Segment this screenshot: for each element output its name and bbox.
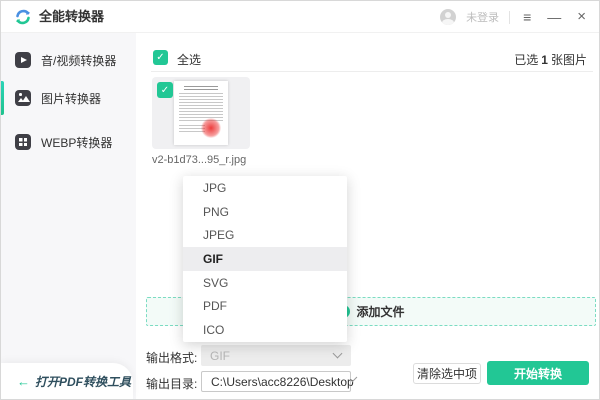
dropdown-option-svg[interactable]: SVG [183, 271, 347, 295]
output-dir-select[interactable]: C:\Users\acc8226\Desktop [201, 371, 358, 392]
app-logo-icon [13, 7, 33, 27]
file-name: v2-b1d73...95_r.jpg [152, 154, 247, 166]
app-window: 全能转换器 未登录 ≡ — × 音/视频转换器 图片转换器 WEBP转换器 ← … [0, 0, 600, 400]
header-divider [151, 71, 593, 72]
output-dir-label: 输出目录: [146, 377, 198, 391]
select-all-label: 全选 [177, 53, 202, 67]
avatar-head [445, 12, 452, 18]
open-pdf-tool-label: 打开PDF转换工具 [35, 374, 132, 389]
titlebar-divider [509, 10, 511, 24]
titlebar: 全能转换器 未登录 ≡ — × [1, 1, 599, 33]
menu-icon[interactable]: ≡ [520, 1, 534, 33]
active-accent-bar [1, 81, 4, 115]
doc-body-lines [179, 93, 223, 123]
document-preview [174, 81, 228, 145]
dropdown-option-jpeg[interactable]: JPEG [183, 223, 347, 247]
dropdown-option-ico[interactable]: ICO [183, 318, 347, 342]
dropdown-option-jpg[interactable]: JPG [183, 176, 347, 200]
webp-converter-icon [15, 134, 31, 150]
output-dir-value: C:\Users\acc8226\Desktop [211, 374, 354, 389]
login-status[interactable]: 未登录 [466, 9, 499, 25]
minimize-icon[interactable]: — [544, 1, 564, 33]
app-title: 全能转换器 [39, 9, 105, 24]
doc-title-lines [184, 86, 218, 91]
back-arrow-icon: ← [17, 373, 30, 389]
dropdown-option-pdf[interactable]: PDF [183, 295, 347, 319]
check-icon: ✓ [160, 84, 170, 96]
open-pdf-tool-button[interactable]: ← 打开PDF转换工具 [1, 363, 133, 399]
sidebar-item-audio-video-converter[interactable]: 音/视频转换器 [1, 41, 136, 79]
sidebar-item-image-converter[interactable]: 图片转换器 [1, 79, 136, 117]
selected-count: 已选 1 张图片 [514, 53, 587, 67]
clear-selected-button[interactable]: 清除选中项 [413, 363, 481, 384]
titlebar-controls: 未登录 ≡ — × [440, 1, 589, 33]
image-converter-icon [15, 90, 31, 106]
sidebar-item-label: 音/视频转换器 [41, 53, 117, 68]
video-converter-icon [15, 52, 31, 68]
check-icon: ✓ [156, 52, 165, 63]
sidebar-item-webp-converter[interactable]: WEBP转换器 [1, 123, 136, 161]
start-convert-button[interactable]: 开始转换 [487, 361, 589, 385]
format-dropdown-menu: JPG PNG JPEG GIF SVG PDF ICO [183, 176, 347, 342]
avatar-body [442, 19, 455, 25]
dropdown-option-gif[interactable]: GIF [183, 247, 347, 271]
user-avatar[interactable] [440, 9, 457, 25]
chevron-down-icon [332, 348, 343, 359]
select-all-checkbox[interactable]: ✓ [153, 50, 168, 65]
selected-count-number: 1 [541, 53, 548, 67]
thumbnail-checkbox[interactable]: ✓ [157, 82, 173, 98]
red-stamp [201, 118, 221, 138]
sidebar-item-label: WEBP转换器 [41, 135, 113, 150]
sidebar: 音/视频转换器 图片转换器 WEBP转换器 [1, 33, 136, 399]
dropdown-option-png[interactable]: PNG [183, 200, 347, 224]
output-format-value: GIF [210, 348, 230, 363]
output-format-label: 输出格式: [146, 351, 198, 365]
add-file-label: 添加文件 [356, 305, 405, 319]
close-icon[interactable]: × [574, 1, 589, 33]
sidebar-item-label: 图片转换器 [41, 91, 102, 106]
output-format-select[interactable]: GIF [201, 345, 351, 366]
